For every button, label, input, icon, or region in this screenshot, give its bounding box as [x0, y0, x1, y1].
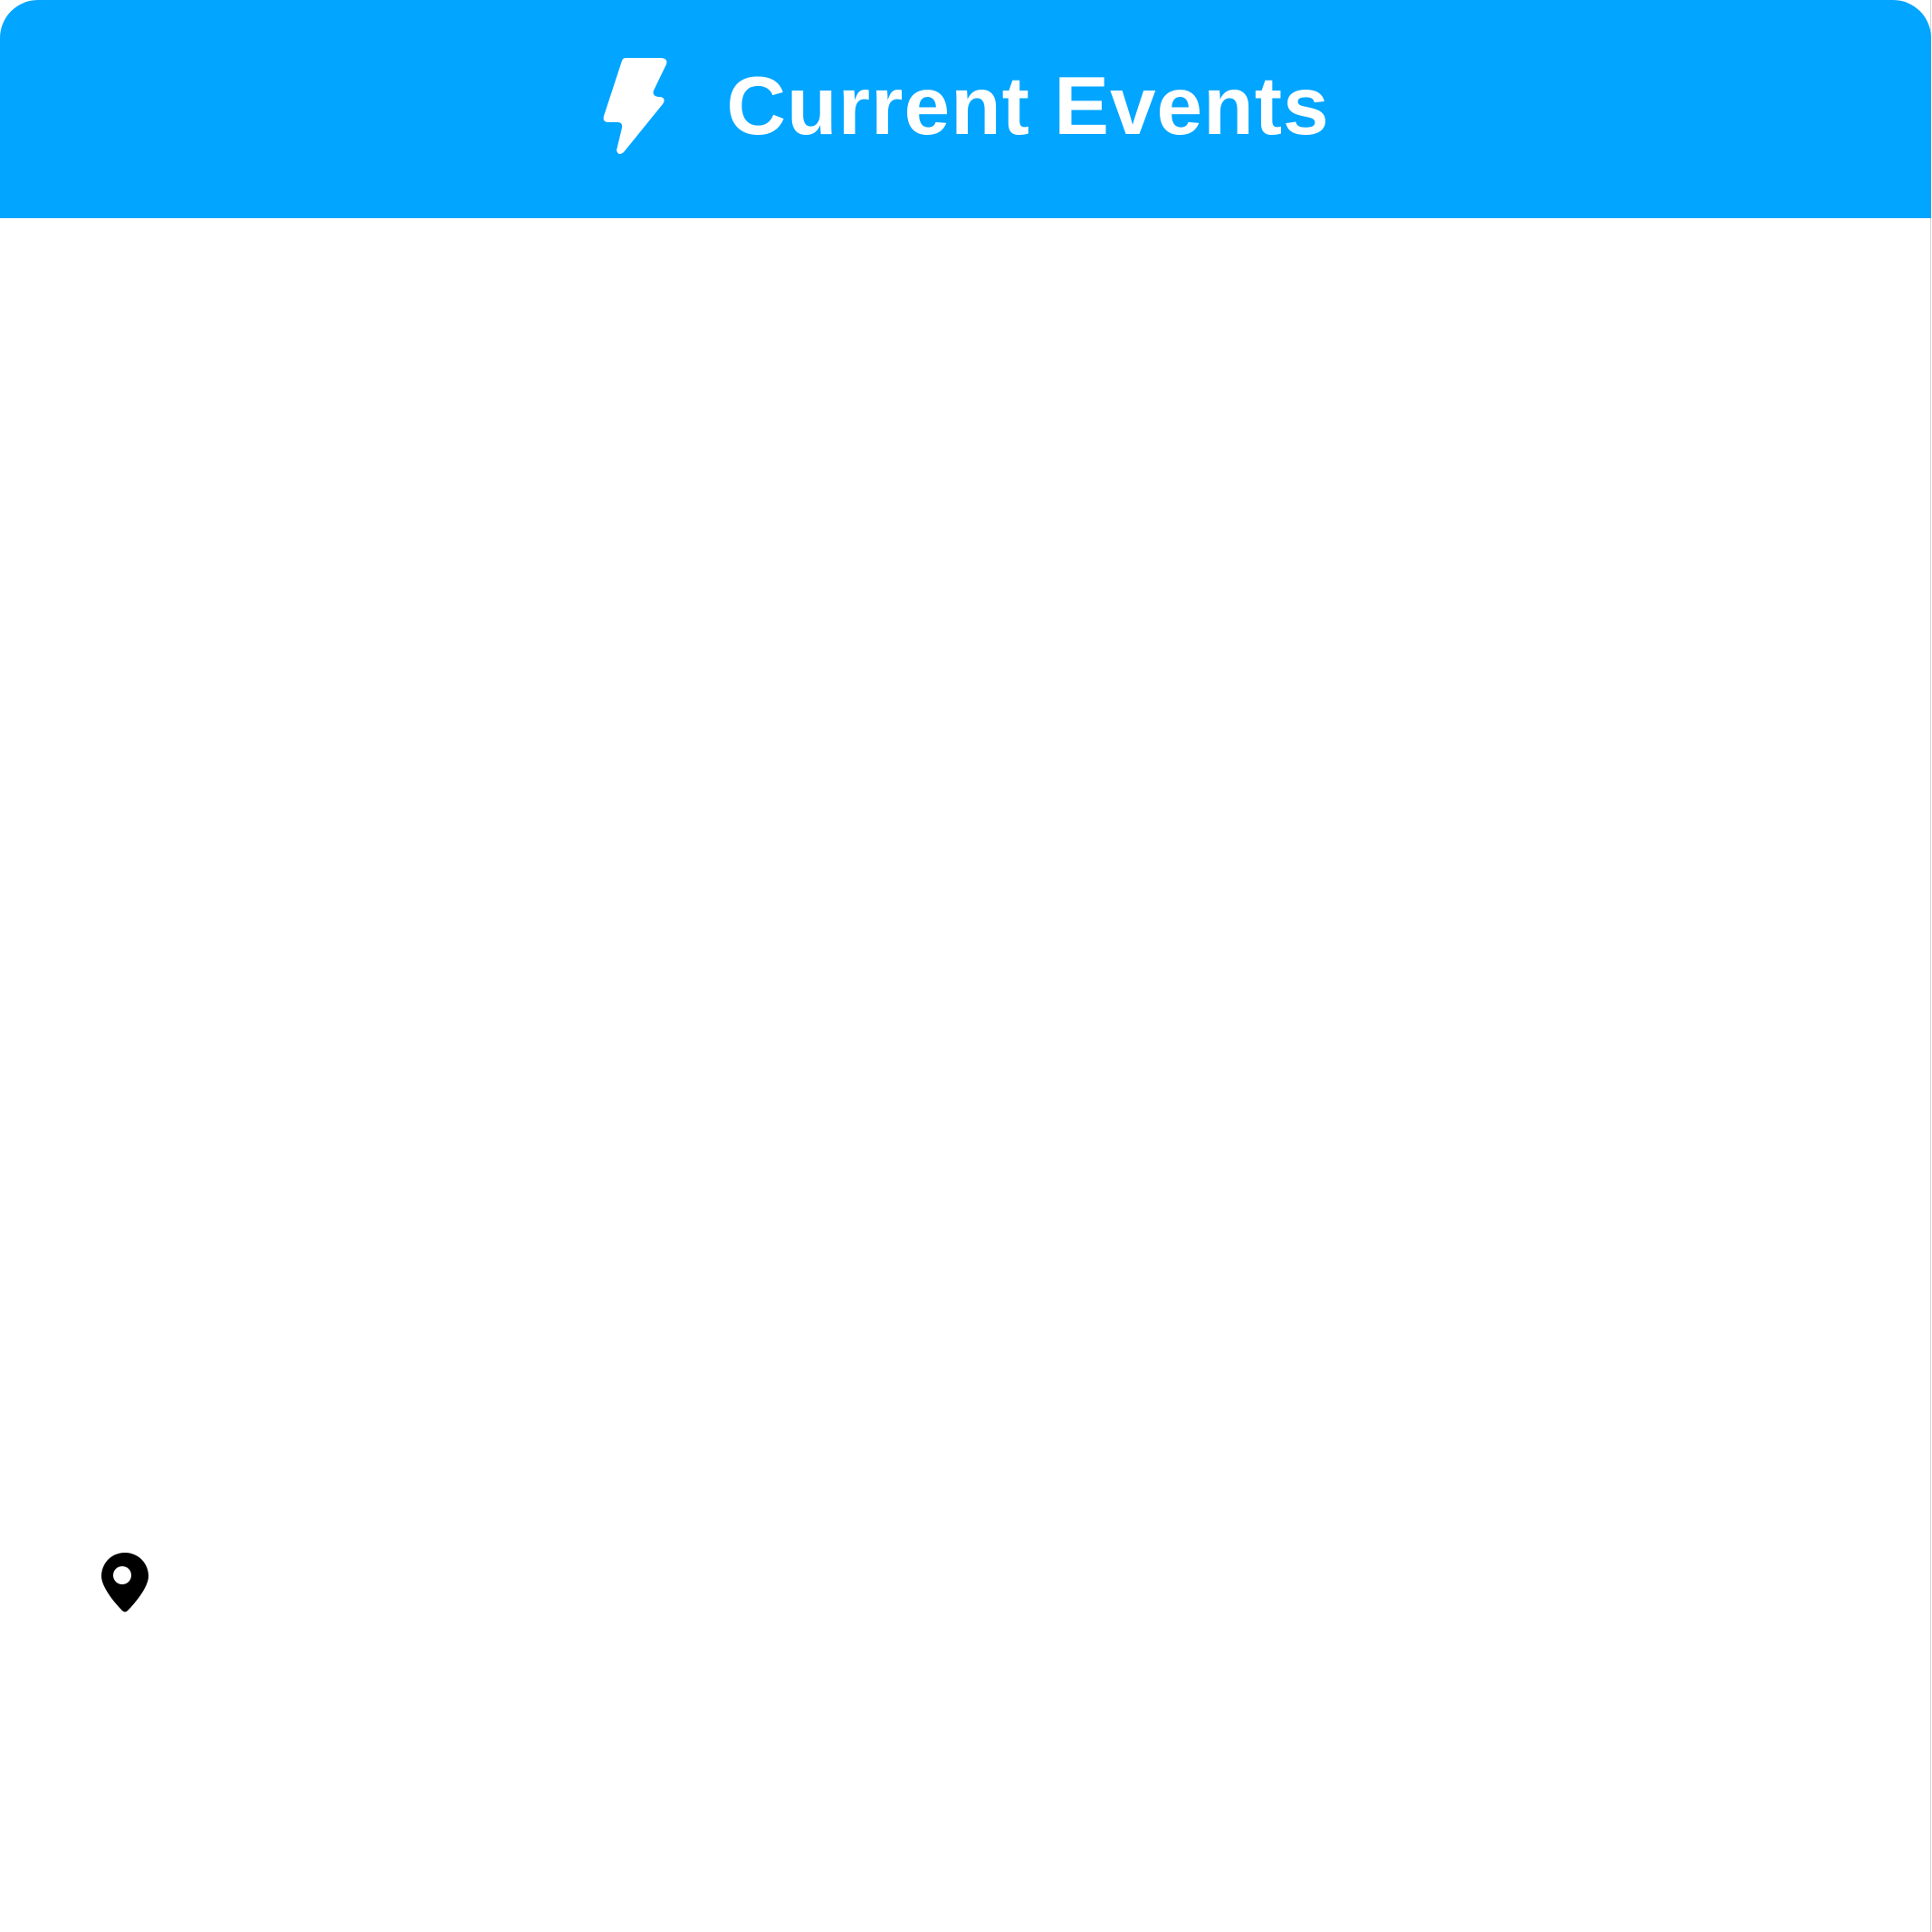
- map-pin-icon[interactable]: [99, 1550, 151, 1615]
- header-bar: Current Events: [0, 0, 1931, 218]
- header-content: Current Events: [0, 0, 1931, 218]
- app-window: Current Events: [0, 0, 1931, 1932]
- page-title: Current Events: [726, 61, 1330, 152]
- lightning-bolt-icon: [603, 57, 667, 154]
